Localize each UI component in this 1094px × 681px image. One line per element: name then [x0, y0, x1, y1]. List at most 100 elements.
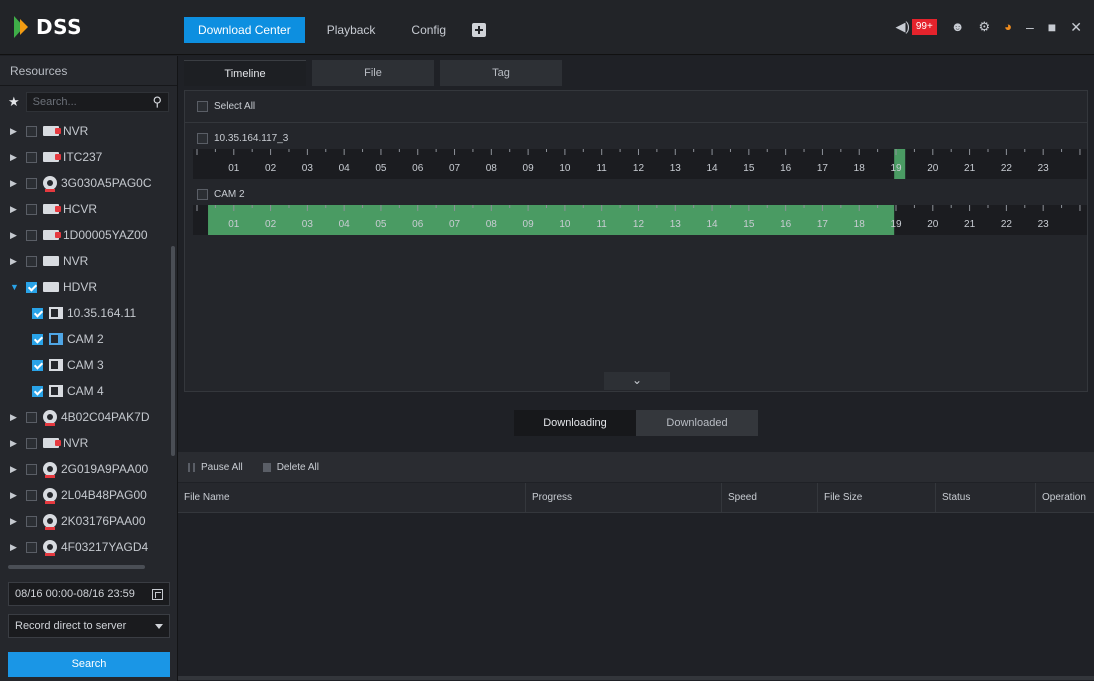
channel-checkbox[interactable] [197, 132, 208, 144]
expand-arrow-icon[interactable]: ▶ [10, 490, 22, 501]
select-all-checkbox[interactable] [197, 101, 208, 112]
performance-icon[interactable]: ◕ [1004, 19, 1012, 35]
expand-arrow-icon[interactable]: ▶ [10, 412, 22, 423]
channel-name: CAM 2 [214, 188, 245, 200]
app-logo: DSS [14, 14, 82, 40]
expand-arrow-icon[interactable]: ▶ [10, 438, 22, 449]
record-mode-select[interactable]: Record direct to server [8, 614, 170, 638]
tree-device-item[interactable]: ▶ NVR [0, 118, 177, 144]
tab-download-center[interactable]: Download Center [184, 17, 305, 43]
column-operation[interactable]: Operation [1036, 483, 1094, 513]
tab-config[interactable]: Config [397, 17, 460, 43]
tree-device-item[interactable]: ▶ 2K03176PAA00 [0, 508, 177, 534]
tree-checkbox[interactable] [26, 229, 37, 241]
add-tab-icon[interactable] [472, 23, 487, 37]
tree-channel-item[interactable]: CAM 3 [0, 352, 177, 378]
tree-checkbox[interactable] [32, 385, 43, 397]
tree-item-label: 3G030A5PAG0C [61, 176, 152, 190]
download-table-body [178, 514, 1094, 676]
tree-checkbox[interactable] [26, 463, 37, 475]
timeline-panel: Select All 10.35.164.117_3 01 02 03 04 05 06 07… [184, 90, 1088, 392]
tree-device-item[interactable]: ▶ NVR [0, 248, 177, 274]
channel-name: 10.35.164.117_3 [214, 132, 289, 144]
tree-checkbox[interactable] [32, 333, 43, 345]
maximize-icon[interactable]: ■ [1048, 19, 1056, 35]
channel-checkbox[interactable] [197, 188, 208, 200]
expand-arrow-icon[interactable]: ▶ [10, 516, 22, 527]
alarm-sound-icon[interactable]: ◀) [896, 19, 910, 35]
hour-label: 20 [927, 163, 939, 174]
tab-timeline[interactable]: Timeline [184, 60, 306, 86]
tree-device-item[interactable]: ▶ 1D00005YAZ00 [0, 222, 177, 248]
tree-device-item[interactable]: ▶ NVR [0, 430, 177, 456]
channel-icon [49, 359, 63, 371]
calendar-icon[interactable] [152, 588, 163, 600]
column-progress[interactable]: Progress [526, 482, 722, 513]
tree-horizontal-scrollbar[interactable] [8, 565, 145, 569]
hour-label: 19 [890, 219, 902, 230]
expand-arrow-icon[interactable]: ▶ [10, 230, 22, 241]
horizontal-scrollbar[interactable] [178, 676, 1094, 680]
pause-icon [188, 462, 195, 472]
tree-checkbox[interactable] [32, 307, 43, 319]
tab-downloading[interactable]: Downloading [514, 410, 636, 436]
tab-playback[interactable]: Playback [313, 17, 390, 43]
nvr-icon [43, 282, 59, 292]
expand-arrow-icon[interactable]: ▶ [10, 464, 22, 475]
column-speed[interactable]: Speed [722, 482, 818, 513]
time-range-field[interactable]: 08/16 00:00-08/16 23:59 [8, 582, 170, 606]
pause-all-button[interactable]: Pause All [188, 462, 243, 473]
tree-checkbox[interactable] [26, 177, 37, 189]
column-status[interactable]: Status [936, 482, 1036, 513]
tree-checkbox[interactable] [26, 281, 37, 293]
column-file-size[interactable]: File Size [818, 482, 936, 513]
tree-checkbox[interactable] [26, 515, 37, 527]
timeline-ruler[interactable]: 01 02 03 04 05 06 07 08 09 10 11 12 13 14 15 16 17 18 19 20… [193, 205, 1087, 235]
tree-scrollbar[interactable] [171, 246, 175, 456]
expand-arrow-icon[interactable]: ▶ [10, 256, 22, 267]
close-icon[interactable]: ✕ [1070, 19, 1082, 35]
tree-channel-item[interactable]: 10.35.164.11 [0, 300, 177, 326]
expand-arrow-icon[interactable]: ▶ [10, 126, 22, 137]
tree-checkbox[interactable] [26, 411, 37, 423]
tree-checkbox[interactable] [26, 255, 37, 267]
tree-checkbox[interactable] [26, 489, 37, 501]
column-file-name[interactable]: File Name [178, 482, 526, 513]
tree-device-item[interactable]: ▶ 4B02C04PAK7D [0, 404, 177, 430]
tab-file[interactable]: File [312, 60, 434, 86]
tree-checkbox[interactable] [32, 359, 43, 371]
tree-device-item[interactable]: ▶ 2G019A9PAA00 [0, 456, 177, 482]
tree-checkbox[interactable] [26, 437, 37, 449]
expand-arrow-open-icon[interactable]: ▼ [10, 282, 22, 292]
expand-arrow-icon[interactable]: ▶ [10, 178, 22, 189]
expand-arrow-icon[interactable]: ▶ [10, 542, 22, 553]
expand-arrow-icon[interactable]: ▶ [10, 204, 22, 215]
tree-checkbox[interactable] [26, 151, 37, 163]
expand-arrow-icon[interactable]: ▶ [10, 152, 22, 163]
tree-checkbox[interactable] [26, 125, 37, 137]
tree-channel-item[interactable]: CAM 2 [0, 326, 177, 352]
timeline-ruler[interactable]: 01 02 03 04 05 06 07 08 09 10 11 12 13 14 15 16 17 18 19 20… [193, 149, 1087, 179]
tree-checkbox[interactable] [26, 541, 37, 553]
resource-search-input[interactable] [32, 96, 133, 108]
tree-device-item[interactable]: ▶ HCVR [0, 196, 177, 222]
tree-device-item[interactable]: ▼ HDVR [0, 274, 177, 300]
tab-downloaded[interactable]: Downloaded [636, 410, 758, 436]
gear-icon[interactable]: ⚙ [978, 19, 990, 35]
tree-channel-item[interactable]: CAM 4 [0, 378, 177, 404]
delete-all-button[interactable]: Delete All [262, 462, 319, 473]
alarm-count-badge[interactable]: 99+ [911, 19, 937, 35]
tree-device-item[interactable]: ▶ 4F03217YAGD4 [0, 534, 177, 560]
tree-device-item[interactable]: ▶ ITC237 [0, 144, 177, 170]
tree-device-item[interactable]: ▶ 3G030A5PAG0C [0, 170, 177, 196]
user-icon[interactable]: ☻ [951, 19, 965, 35]
tree-device-item[interactable]: ▶ 2L04B48PAG00 [0, 482, 177, 508]
search-icon[interactable]: ⚲ [152, 94, 162, 110]
search-button[interactable]: Search [8, 652, 170, 677]
tree-checkbox[interactable] [26, 203, 37, 215]
tab-tag[interactable]: Tag [440, 60, 562, 86]
camera-device-icon [43, 488, 57, 504]
minimize-icon[interactable]: – [1026, 19, 1034, 35]
collapse-panel-button[interactable]: ⌄ [604, 372, 670, 390]
favorites-star-icon[interactable]: ★ [8, 94, 20, 110]
